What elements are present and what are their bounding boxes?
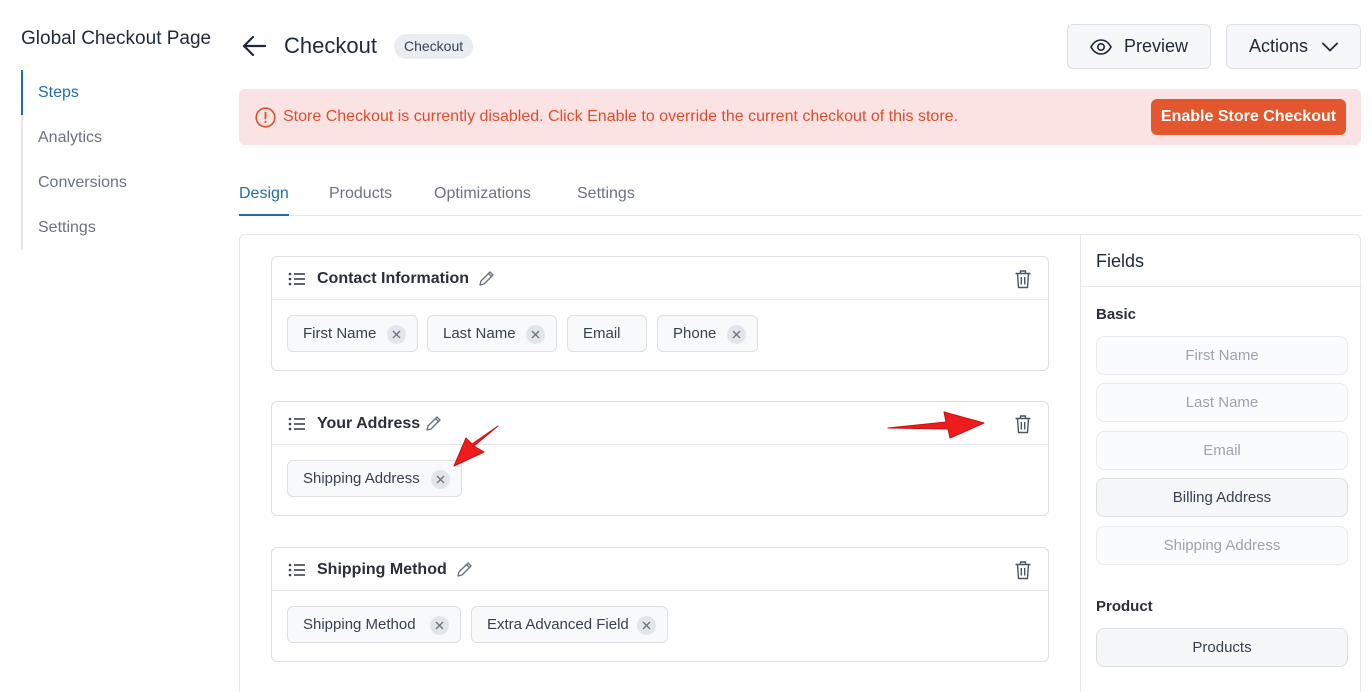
remove-field-button[interactable] (431, 470, 450, 489)
step-title: Shipping Method (317, 561, 447, 578)
field-option-last-name: Last Name (1096, 383, 1348, 422)
actions-label: Actions (1248, 36, 1309, 56)
remove-field-button[interactable] (387, 325, 406, 344)
tab-design[interactable]: Design (239, 176, 289, 216)
step-header: Your Address (272, 402, 1048, 445)
step-title: Your Address (317, 415, 421, 432)
preview-button[interactable]: Preview (1067, 24, 1211, 69)
chip-label: Shipping Method (303, 616, 416, 633)
page-title: Checkout (284, 33, 377, 58)
tab-settings[interactable]: Settings (577, 176, 635, 216)
chip-label: Extra Advanced Field (487, 616, 629, 633)
eye-icon (1090, 38, 1112, 55)
page-type-badge: Checkout (394, 34, 474, 59)
store-checkout-alert: Store Checkout is currently disabled. Cl… (239, 89, 1361, 145)
field-chip: First Name (287, 315, 418, 352)
field-chip: Email (567, 315, 647, 352)
chevron-down-icon (1322, 42, 1338, 51)
close-icon (392, 330, 401, 339)
step-fields: Shipping Method Extra Advanced Field (272, 591, 1048, 661)
remove-field-button[interactable] (637, 616, 656, 635)
fields-title: Fields (1096, 251, 1145, 271)
sidebar-nav: Steps Analytics Conversions Settings (21, 70, 211, 250)
remove-field-button[interactable] (430, 616, 449, 635)
tab-bar: Design Products Optimizations Settings (239, 176, 1361, 216)
trash-icon[interactable] (1014, 414, 1032, 434)
trash-icon[interactable] (1014, 560, 1032, 580)
field-chip: Extra Advanced Field (471, 606, 668, 643)
preview-label: Preview (1123, 36, 1189, 56)
field-option-email: Email (1096, 431, 1348, 470)
field-chip: Shipping Address (287, 460, 462, 497)
field-option-products[interactable]: Products (1096, 628, 1348, 667)
chip-label: Email (583, 325, 621, 342)
pencil-icon[interactable] (456, 561, 473, 578)
sidebar-item-conversions[interactable]: Conversions (21, 160, 211, 205)
field-option-first-name: First Name (1096, 336, 1348, 375)
step-header: Contact Information (272, 257, 1048, 300)
tab-optimizations[interactable]: Optimizations (434, 176, 531, 216)
step-fields: Shipping Address (272, 445, 1048, 515)
trash-icon[interactable] (1014, 269, 1032, 289)
close-icon (732, 330, 741, 339)
design-panel: Contact Information First Name Last Name… (239, 234, 1362, 692)
divider (1081, 286, 1362, 287)
sidebar-item-analytics[interactable]: Analytics (21, 115, 211, 160)
fields-panel: Fields Basic First Name Last Name Email … (1080, 235, 1362, 692)
close-icon (436, 475, 445, 484)
remove-field-button[interactable] (727, 325, 746, 344)
chip-label: Phone (673, 325, 717, 342)
field-option-shipping-address: Shipping Address (1096, 526, 1348, 565)
drag-handle-icon[interactable] (288, 416, 306, 432)
back-button[interactable] (240, 32, 268, 60)
chip-label: Last Name (443, 325, 516, 342)
close-icon (435, 621, 444, 630)
close-icon (531, 330, 540, 339)
close-icon (642, 621, 651, 630)
chip-label: First Name (303, 325, 377, 342)
field-chip: Last Name (427, 315, 557, 352)
step-title: Contact Information (317, 270, 469, 287)
arrow-left-icon (242, 35, 267, 57)
drag-handle-icon[interactable] (288, 562, 306, 578)
drag-handle-icon[interactable] (288, 271, 306, 287)
chip-label: Shipping Address (303, 470, 420, 487)
step-contact-information: Contact Information First Name Last Name… (271, 256, 1049, 371)
product-group-label: Product (1096, 598, 1153, 615)
pencil-icon[interactable] (425, 415, 442, 432)
tab-products[interactable]: Products (329, 176, 392, 216)
actions-dropdown[interactable]: Actions (1226, 24, 1361, 69)
sidebar-item-settings[interactable]: Settings (21, 205, 211, 250)
alert-message: Store Checkout is currently disabled. Cl… (283, 108, 958, 125)
pencil-icon[interactable] (478, 270, 495, 287)
field-chip: Phone (657, 315, 758, 352)
info-circle-icon (255, 107, 276, 128)
basic-group-label: Basic (1096, 306, 1137, 323)
field-chip: Shipping Method (287, 606, 461, 643)
step-shipping-method: Shipping Method Shipping Method Extra Ad… (271, 547, 1049, 662)
enable-store-checkout-button[interactable]: Enable Store Checkout (1151, 99, 1346, 135)
field-option-billing-address[interactable]: Billing Address (1096, 478, 1348, 517)
step-fields: First Name Last Name Email Phone (272, 300, 1048, 370)
sidebar-title: Global Checkout Page (21, 28, 212, 49)
step-header: Shipping Method (272, 548, 1048, 591)
sidebar-item-steps[interactable]: Steps (21, 70, 211, 115)
remove-field-button[interactable] (526, 325, 545, 344)
step-your-address: Your Address Shipping Address (271, 401, 1049, 516)
